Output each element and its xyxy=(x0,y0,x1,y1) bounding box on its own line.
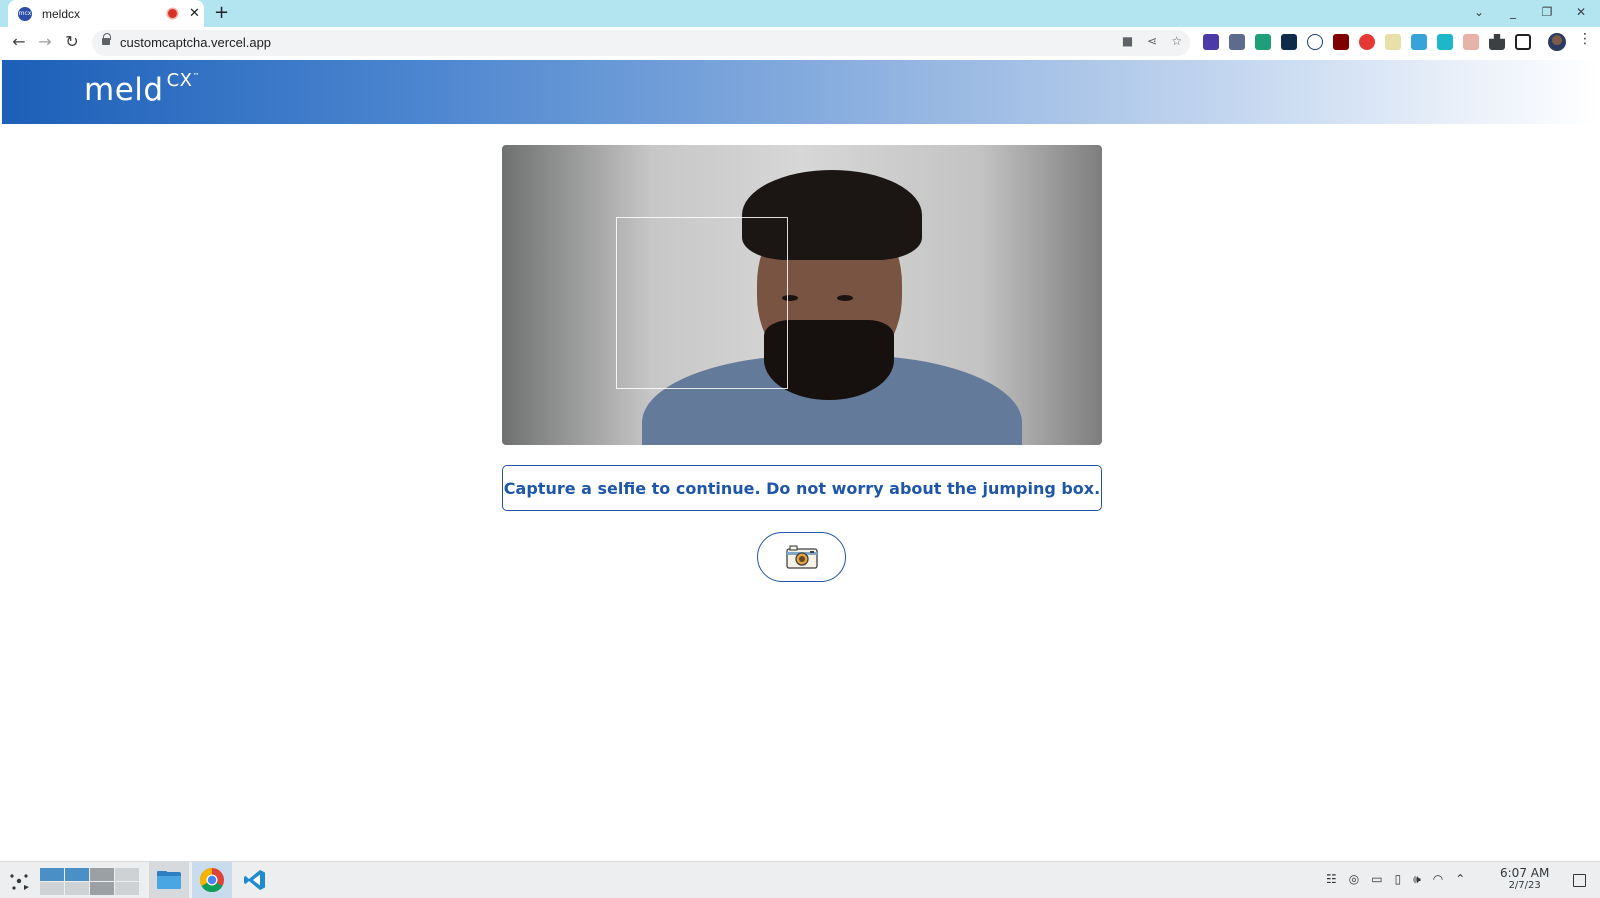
capture-selfie-button[interactable] xyxy=(757,532,846,582)
instruction-banner: Capture a selfie to continue. Do not wor… xyxy=(502,465,1102,511)
person-eye-right xyxy=(837,295,853,301)
tray-volume-icon[interactable]: 🕪 xyxy=(1413,872,1421,887)
camera-feed xyxy=(502,145,1102,445)
extension-a-icon[interactable] xyxy=(1307,34,1323,50)
desktop-6[interactable] xyxy=(65,882,89,895)
browser-tabstrip: mcx meldcx ✕ + ⌄ _ ❐ ✕ xyxy=(0,0,1600,27)
close-window-icon[interactable]: ✕ xyxy=(1574,5,1588,19)
browser-tab[interactable]: mcx meldcx ✕ xyxy=(8,0,204,27)
logo-text: meld xyxy=(84,72,164,108)
taskbar-file-manager[interactable] xyxy=(149,862,189,898)
tray-wifi-icon[interactable]: ◠ xyxy=(1433,872,1443,887)
tab-search-icon[interactable]: ⌄ xyxy=(1472,5,1486,19)
url-text: customcaptcha.vercel.app xyxy=(120,35,272,50)
taskbar-chrome[interactable] xyxy=(192,862,232,898)
restore-icon[interactable]: ❐ xyxy=(1540,5,1554,19)
tray-battery-icon[interactable]: ▯ xyxy=(1395,872,1402,887)
desktop-2[interactable] xyxy=(65,868,89,881)
reload-icon[interactable]: ↻ xyxy=(62,32,82,52)
meldcx-logo[interactable]: meld CX™ xyxy=(84,70,200,108)
desktop-1[interactable] xyxy=(40,868,64,881)
extension-screen-icon[interactable] xyxy=(1411,34,1427,50)
folder-icon xyxy=(157,871,181,889)
close-tab-icon[interactable]: ✕ xyxy=(189,7,200,20)
chrome-icon xyxy=(199,868,224,893)
side-panel-icon[interactable] xyxy=(1515,34,1531,50)
clock-date: 2/7/23 xyxy=(1508,880,1541,891)
bookmark-star-icon[interactable]: ☆ xyxy=(1171,34,1182,48)
address-bar[interactable]: customcaptcha.vercel.app ■ ⋖ ☆ xyxy=(92,30,1190,56)
desktop-7[interactable] xyxy=(90,882,114,895)
clock-time: 6:07 AM xyxy=(1500,866,1550,880)
extension-beta-icon[interactable] xyxy=(1255,34,1271,50)
os-taskbar: ☷ ◎ ▭ ▯ 🕪 ◠ ⌃ 6:07 AM 2/7/23 xyxy=(0,861,1600,898)
desktop-3[interactable] xyxy=(90,868,114,881)
extension-image-icon[interactable] xyxy=(1463,34,1479,50)
meldcx-favicon-icon: mcx xyxy=(18,6,32,21)
extension-record-icon[interactable] xyxy=(1359,34,1375,50)
show-desktop-icon[interactable] xyxy=(1573,874,1586,887)
recording-indicator-icon xyxy=(168,9,177,18)
system-tray: ☷ ◎ ▭ ▯ 🕪 ◠ ⌃ xyxy=(1326,872,1465,887)
extension-notes-icon[interactable] xyxy=(1385,34,1401,50)
desktop-5[interactable] xyxy=(40,882,64,895)
ublock-icon[interactable] xyxy=(1333,34,1349,50)
taskbar-vscode[interactable] xyxy=(235,862,275,898)
browser-toolbar: ← → ↻ customcaptcha.vercel.app ■ ⋖ ☆ ⋮ xyxy=(0,27,1600,58)
tab-title: meldcx xyxy=(42,6,81,21)
extensions-puzzle-icon[interactable] xyxy=(1489,34,1505,50)
new-tab-button[interactable]: + xyxy=(214,3,229,23)
desktop-8[interactable] xyxy=(115,882,139,895)
extension-1-icon[interactable] xyxy=(1203,34,1219,50)
desktop-4[interactable] xyxy=(115,868,139,881)
vscode-icon xyxy=(244,870,265,890)
tray-clipboard-icon[interactable]: ☷ xyxy=(1326,872,1337,887)
jumping-box xyxy=(616,217,788,389)
tray-terminal-icon[interactable]: ▭ xyxy=(1371,872,1382,887)
extensions-bar xyxy=(1203,34,1531,50)
minimize-icon[interactable]: _ xyxy=(1506,5,1520,19)
taskbar-clock[interactable]: 6:07 AM 2/7/23 xyxy=(1500,866,1549,891)
share-icon[interactable]: ⋖ xyxy=(1147,34,1157,48)
camera-in-use-icon[interactable]: ■ xyxy=(1122,34,1133,48)
extension-copy-icon[interactable] xyxy=(1437,34,1453,50)
window-controls: ⌄ _ ❐ ✕ xyxy=(1472,5,1588,19)
back-icon[interactable]: ← xyxy=(9,32,29,52)
extension-react-icon[interactable] xyxy=(1281,34,1297,50)
virtual-desktop-pager[interactable] xyxy=(40,868,139,895)
profile-avatar[interactable] xyxy=(1548,33,1566,51)
extension-2-icon[interactable] xyxy=(1229,34,1245,50)
browser-menu-icon[interactable]: ⋮ xyxy=(1578,31,1592,47)
forward-icon[interactable]: → xyxy=(35,32,55,52)
logo-trademark: ™ xyxy=(192,72,200,80)
camera-icon xyxy=(785,545,818,569)
app-launcher-icon[interactable] xyxy=(8,870,30,892)
tray-expand-icon[interactable]: ⌃ xyxy=(1455,872,1465,887)
tray-media-icon[interactable]: ◎ xyxy=(1349,872,1359,887)
site-header: meld CX™ xyxy=(2,60,1600,124)
lock-icon xyxy=(102,33,111,47)
logo-cx: CX xyxy=(166,70,193,91)
